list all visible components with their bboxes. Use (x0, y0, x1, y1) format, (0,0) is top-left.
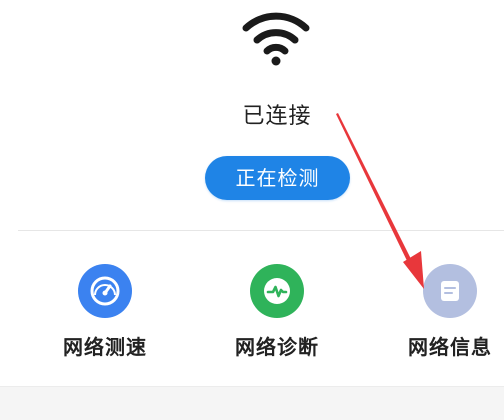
document-icon (441, 281, 459, 301)
speed-test-icon-circle[interactable] (78, 264, 132, 318)
network-info-label: 网络信息 (408, 335, 492, 359)
speed-test-label: 网络测速 (63, 335, 147, 359)
tool-diagnosis[interactable]: 网络诊断 (192, 264, 362, 364)
detect-button[interactable]: 正在检测 (205, 156, 350, 200)
diagnosis-label: 网络诊断 (235, 335, 319, 359)
wifi-icon (242, 12, 310, 66)
diagnosis-icon-circle[interactable] (250, 264, 304, 318)
connection-status: 已连接 (242, 104, 312, 129)
bottom-section (0, 386, 504, 420)
pulse-icon (264, 278, 290, 304)
network-info-icon-circle[interactable] (423, 264, 477, 318)
tool-network-info[interactable]: 网络信息 (365, 264, 504, 364)
speedometer-icon (90, 276, 120, 306)
tool-speed-test[interactable]: 网络测速 (20, 264, 190, 364)
divider (18, 230, 504, 231)
wifi-panel: 已连接 正在检测 网络测速 网络诊断 网络信息 (0, 0, 504, 420)
